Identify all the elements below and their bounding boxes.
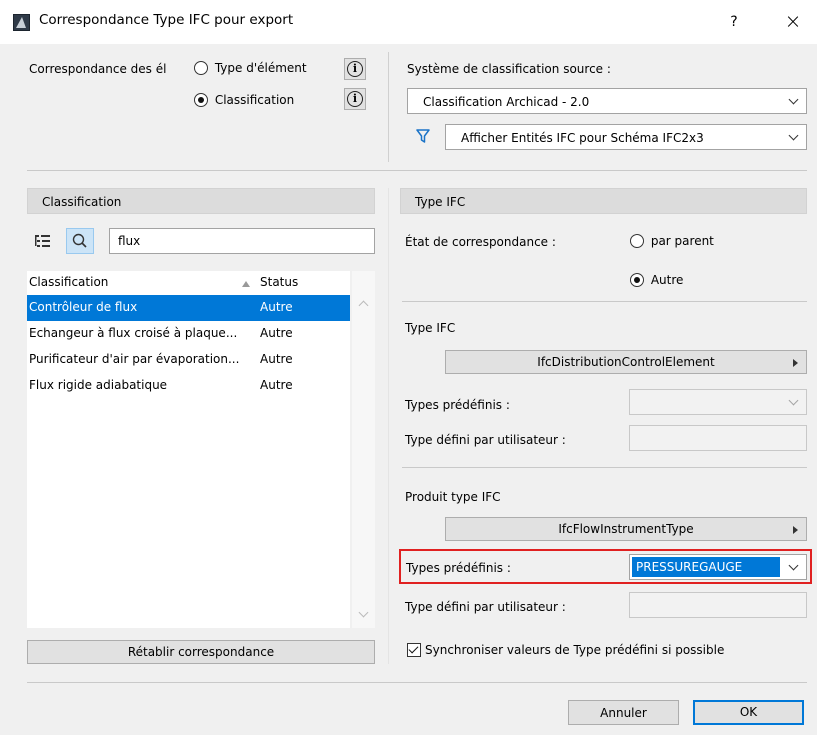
radio-other-indicator[interactable] bbox=[630, 272, 644, 287]
source-classification-value: Classification Archicad - 2.0 bbox=[423, 95, 590, 109]
radio-classification-label: Classification bbox=[214, 92, 295, 107]
product-user-defined-label: Type défini par utilisateur : bbox=[405, 600, 566, 614]
list-item-status: Autre bbox=[260, 352, 293, 366]
app-icon bbox=[13, 14, 30, 31]
reset-mapping-button[interactable]: Rétablir correspondance bbox=[27, 640, 375, 664]
radio-by-parent[interactable]: par parent bbox=[630, 233, 714, 248]
ifc-type-value: IfcDistributionControlElement bbox=[537, 355, 715, 369]
chevron-right-icon bbox=[793, 359, 798, 367]
product-user-defined-field bbox=[629, 592, 807, 618]
ifc-schema-filter-select[interactable]: Afficher Entités IFC pour Schéma IFC2x3 bbox=[445, 124, 807, 150]
list-item-name: Purificateur d'air par évaporation... bbox=[29, 352, 240, 366]
product-type-label: Produit type IFC bbox=[405, 490, 501, 504]
product-predefined-types-value: PRESSUREGAUGE bbox=[632, 557, 780, 577]
list-item-name: Echangeur à flux croisé à plaque... bbox=[29, 326, 238, 340]
sync-checkbox-box[interactable] bbox=[407, 643, 421, 657]
chevron-down-icon bbox=[789, 133, 798, 142]
scroll-up-icon[interactable] bbox=[358, 300, 369, 311]
section-divider bbox=[27, 170, 807, 171]
radio-classification[interactable]: Classification bbox=[194, 92, 294, 107]
section-divider bbox=[402, 467, 807, 468]
sort-ascending-icon bbox=[242, 281, 250, 287]
top-divider bbox=[388, 52, 389, 162]
radio-element-type[interactable]: Type d'élément bbox=[194, 60, 307, 75]
product-type-button[interactable]: IfcFlowInstrumentType bbox=[445, 517, 807, 541]
list-item[interactable]: Contrôleur de flux Autre bbox=[27, 295, 350, 321]
list-item-status: Autre bbox=[260, 378, 293, 392]
filter-icon bbox=[416, 128, 430, 144]
list-item-status: Autre bbox=[260, 326, 293, 340]
list-item[interactable]: Echangeur à flux croisé à plaque... Autr… bbox=[27, 321, 350, 347]
info-element-type-button[interactable]: i bbox=[344, 58, 366, 80]
product-type-value: IfcFlowInstrumentType bbox=[558, 522, 694, 536]
radio-classification-indicator[interactable] bbox=[194, 92, 208, 107]
ifc-schema-filter-value: Afficher Entités IFC pour Schéma IFC2x3 bbox=[461, 131, 704, 145]
radio-by-parent-indicator[interactable] bbox=[630, 233, 644, 248]
chevron-down-icon bbox=[789, 97, 798, 106]
window-title: Correspondance Type IFC pour export bbox=[39, 12, 294, 28]
column-status[interactable]: Status bbox=[260, 275, 298, 289]
list-item[interactable]: Purificateur d'air par évaporation... Au… bbox=[27, 347, 350, 373]
reset-mapping-label: Rétablir correspondance bbox=[127, 645, 275, 659]
classification-list[interactable]: Classification Status Contrôleur de flux… bbox=[27, 271, 350, 628]
close-button[interactable]: × bbox=[773, 8, 813, 36]
product-predefined-types-select[interactable]: PRESSUREGAUGE bbox=[629, 554, 807, 580]
source-classification-label: Système de classification source : bbox=[407, 62, 611, 76]
radio-other-label: Autre bbox=[650, 272, 684, 287]
sync-checkbox-label: Synchroniser valeurs de Type prédéfini s… bbox=[425, 643, 725, 657]
ifc-type-panel-title: Type IFC bbox=[415, 195, 466, 209]
radio-element-type-label: Type d'élément bbox=[214, 60, 307, 75]
info-icon: i bbox=[347, 61, 363, 77]
info-classification-button[interactable]: i bbox=[344, 88, 366, 110]
ok-button[interactable]: OK bbox=[693, 700, 804, 725]
mapping-label: Correspondance des él bbox=[29, 62, 167, 76]
scroll-down-icon[interactable] bbox=[358, 607, 369, 618]
user-defined-type-label: Type défini par utilisateur : bbox=[405, 433, 566, 447]
radio-element-type-indicator[interactable] bbox=[194, 60, 208, 75]
predefined-types-select-disabled bbox=[629, 389, 807, 415]
cancel-label: Annuler bbox=[600, 706, 647, 720]
list-item-name: Contrôleur de flux bbox=[29, 300, 138, 314]
search-input[interactable] bbox=[109, 228, 375, 254]
ifc-type-label: Type IFC bbox=[405, 321, 456, 335]
panel-divider bbox=[388, 188, 389, 664]
ok-label: OK bbox=[739, 705, 758, 719]
list-item-name: Flux rigide adiabatique bbox=[29, 378, 168, 392]
predefined-types-label: Types prédéfinis : bbox=[405, 398, 510, 412]
classification-panel-title: Classification bbox=[42, 195, 122, 209]
list-item[interactable]: Flux rigide adiabatique Autre bbox=[27, 373, 350, 399]
list-header: Classification Status bbox=[27, 271, 350, 293]
tree-view-icon[interactable] bbox=[32, 230, 54, 252]
chevron-right-icon bbox=[793, 526, 798, 534]
radio-by-parent-label: par parent bbox=[650, 233, 714, 248]
cancel-button[interactable]: Annuler bbox=[568, 700, 679, 725]
user-defined-type-field bbox=[629, 425, 807, 451]
info-icon: i bbox=[347, 91, 363, 107]
chevron-down-icon bbox=[789, 563, 798, 572]
source-classification-select[interactable]: Classification Archicad - 2.0 bbox=[407, 88, 807, 114]
list-scrollbar[interactable] bbox=[352, 271, 375, 628]
chevron-down-icon bbox=[789, 398, 798, 407]
footer-divider bbox=[27, 682, 807, 683]
section-divider bbox=[402, 301, 807, 302]
search-toggle-button[interactable] bbox=[66, 228, 94, 254]
ifc-type-button[interactable]: IfcDistributionControlElement bbox=[445, 350, 807, 374]
classification-panel-header: Classification bbox=[27, 188, 375, 214]
product-predefined-types-label: Types prédéfinis : bbox=[406, 561, 511, 575]
column-classification[interactable]: Classification bbox=[29, 275, 257, 289]
ifc-type-panel-header: Type IFC bbox=[400, 188, 807, 214]
mapping-state-label: État de correspondance : bbox=[405, 235, 556, 249]
radio-other[interactable]: Autre bbox=[630, 272, 683, 287]
search-icon bbox=[72, 233, 87, 248]
list-item-status: Autre bbox=[260, 300, 293, 314]
help-button[interactable]: ? bbox=[720, 8, 748, 36]
